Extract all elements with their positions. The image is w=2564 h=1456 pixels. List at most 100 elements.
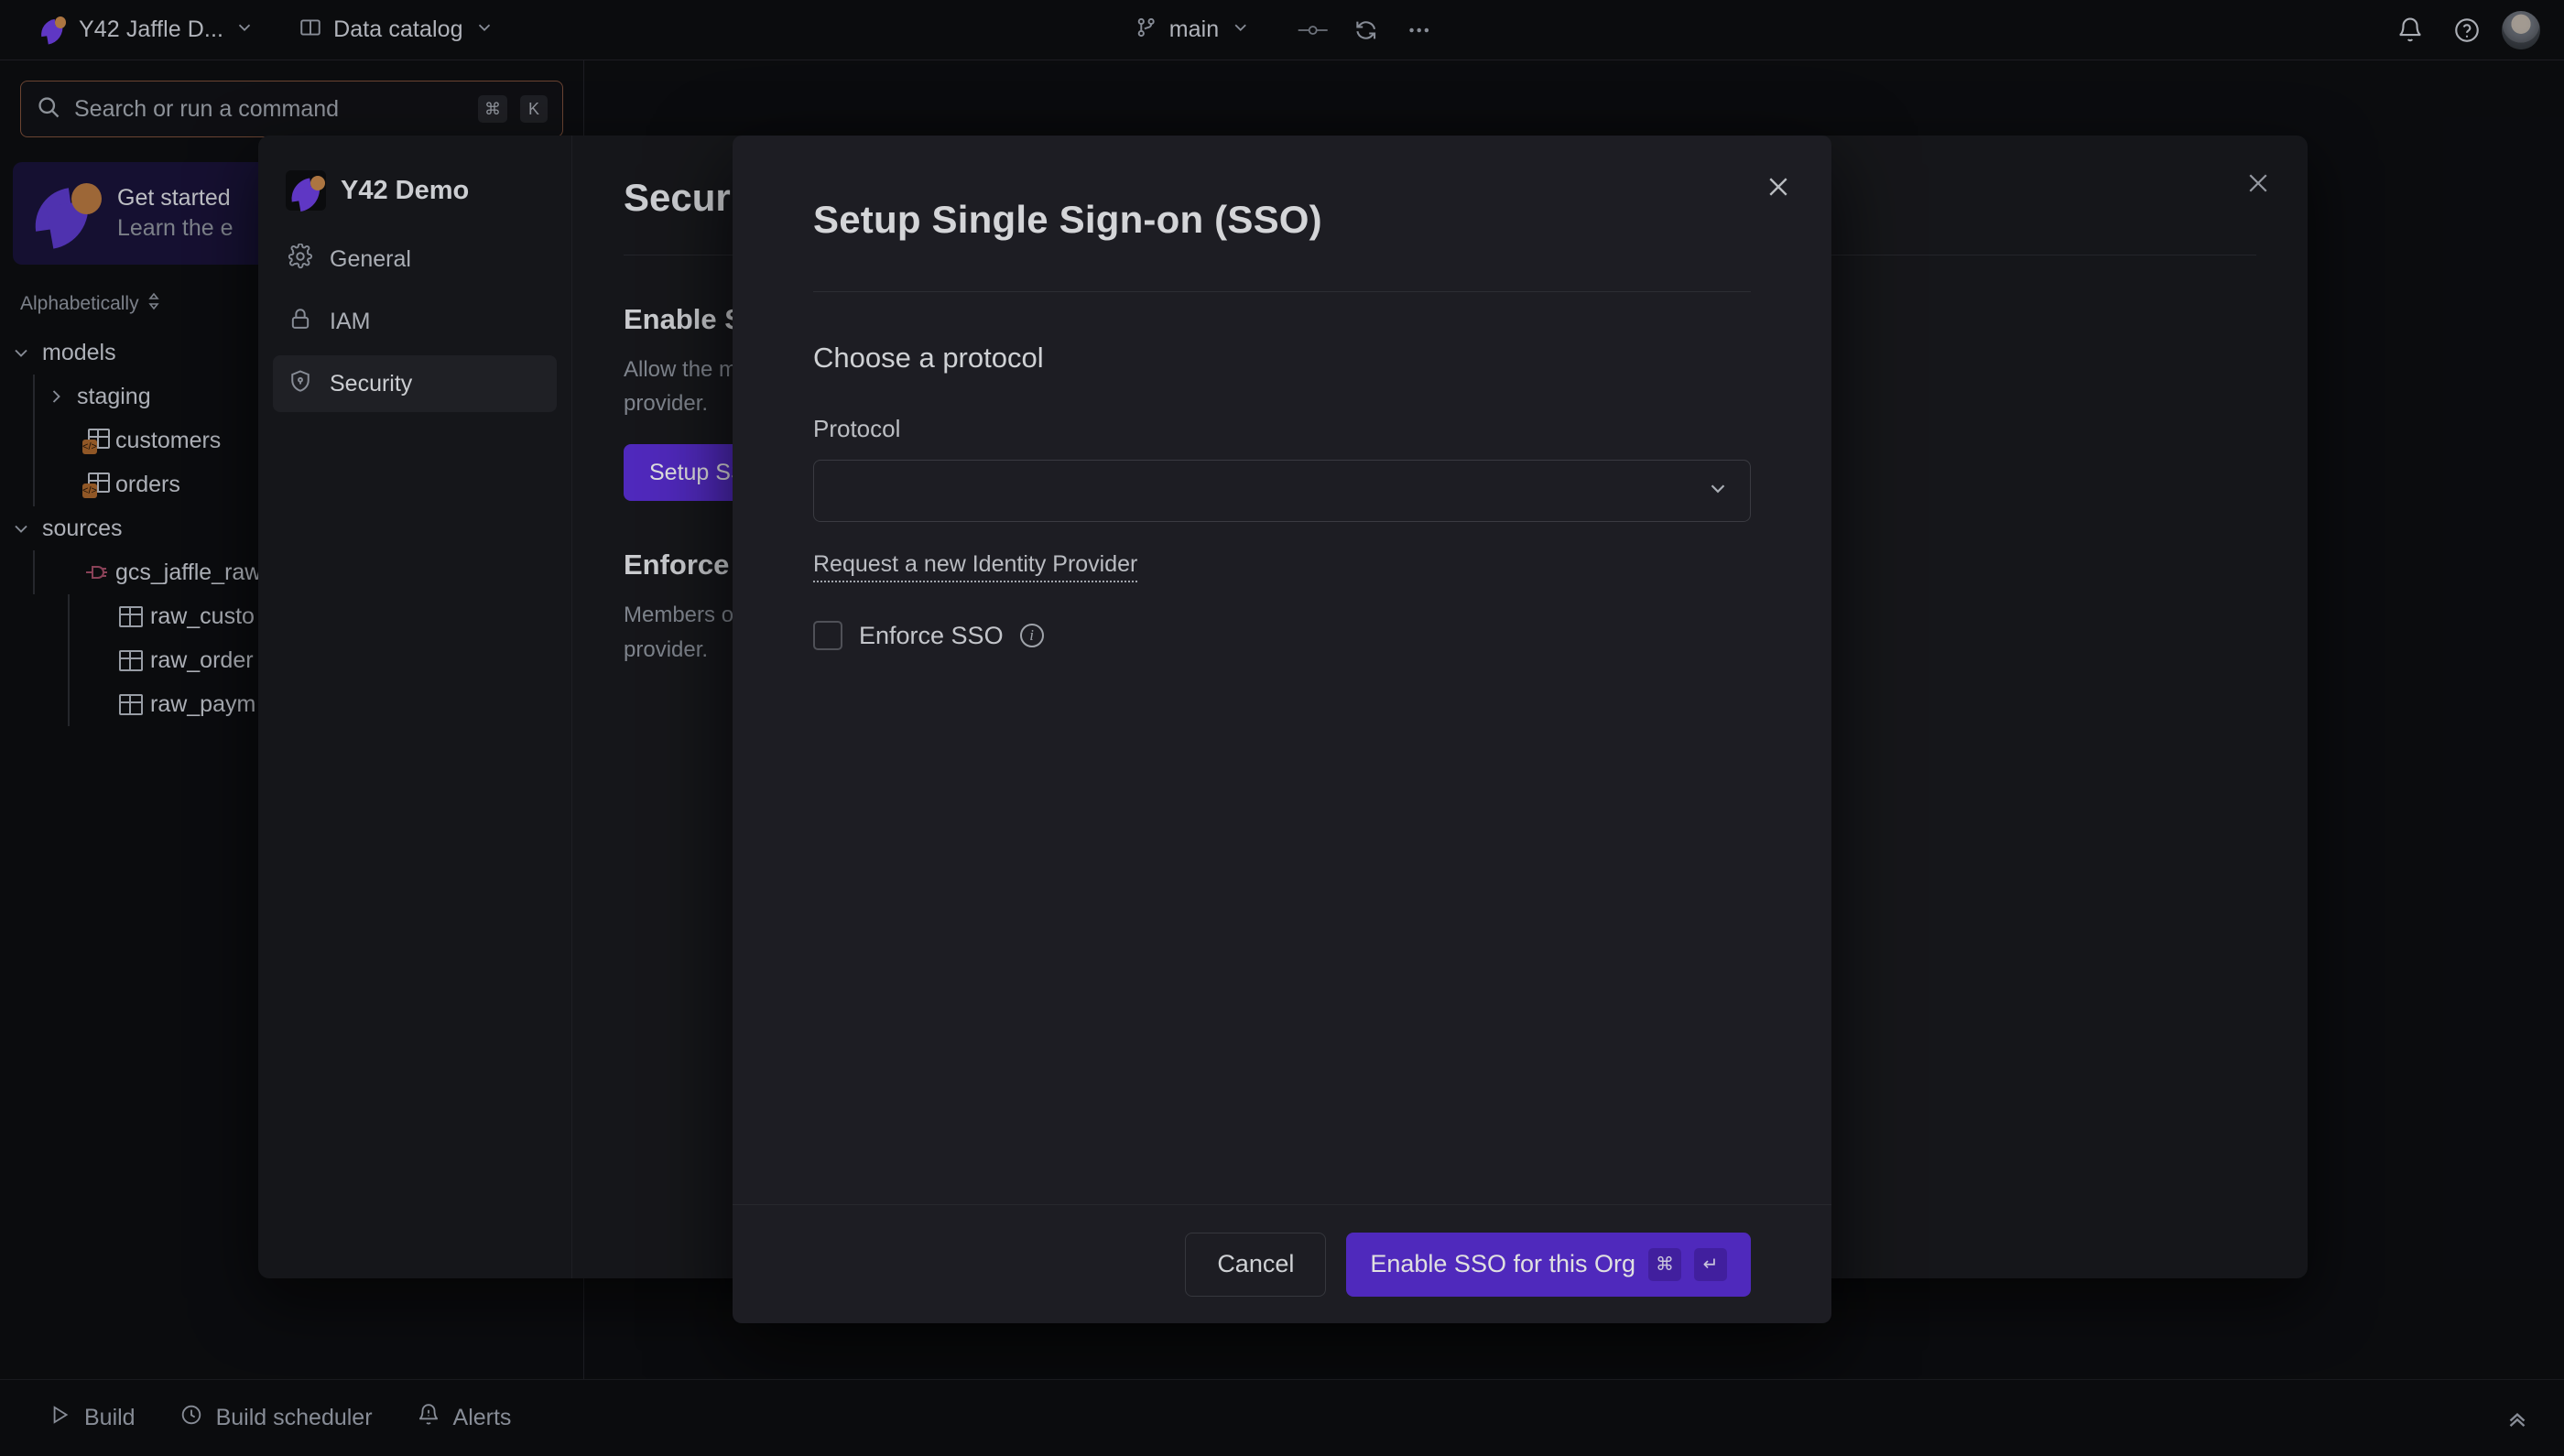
- bell-alert-icon: [417, 1403, 440, 1433]
- play-icon: [48, 1403, 71, 1433]
- tree-item-label: customers: [115, 427, 222, 453]
- sort-label: Alphabetically: [20, 293, 139, 314]
- choose-protocol-heading: Choose a protocol: [813, 342, 1044, 374]
- more-horizontal-icon[interactable]: [1396, 10, 1440, 50]
- tree-item-label: models: [42, 339, 116, 365]
- chevron-down-icon: [1230, 17, 1250, 42]
- modal-footer: Cancel Enable SSO for this Org ⌘ ↵: [733, 1204, 1831, 1323]
- shield-icon: [288, 368, 313, 400]
- table-icon: [112, 649, 150, 671]
- org-name: Y42 Demo: [341, 175, 470, 205]
- refresh-sync-icon[interactable]: [1343, 10, 1387, 50]
- bottom-bar-right: [2494, 1396, 2540, 1441]
- chevron-down-icon: [0, 517, 42, 539]
- chevrons-up-icon[interactable]: [2494, 1396, 2540, 1441]
- chevron-down-icon: [1706, 476, 1730, 506]
- table-icon: [112, 605, 150, 627]
- protocol-select[interactable]: [813, 460, 1751, 522]
- settings-close-button[interactable]: [2233, 159, 2284, 211]
- branch-label: main: [1168, 16, 1220, 42]
- bottom-bar: Build Build scheduler Alerts: [0, 1379, 2564, 1456]
- enforce-sso-checkbox[interactable]: [813, 621, 842, 650]
- top-bar: Y42 Jaffle D... Data catalog main: [0, 0, 2564, 60]
- top-bar-center: main: [1124, 10, 1441, 50]
- book-icon: [299, 16, 322, 44]
- modal-close-button[interactable]: [1755, 165, 1802, 212]
- workspace-switcher[interactable]: Y42 Jaffle D...: [29, 11, 266, 49]
- app-root: Y42 Jaffle D... Data catalog main Search…: [0, 0, 2564, 1456]
- tree-guide-line: [68, 594, 70, 638]
- avatar[interactable]: [2502, 11, 2540, 49]
- sso-setup-modal: Setup Single Sign-on (SSO) Choose a prot…: [733, 136, 1831, 1323]
- tree-item-label: gcs_jaffle_raw: [115, 559, 262, 585]
- model-icon: </>: [77, 429, 115, 454]
- tree-item-label: raw_order: [150, 647, 254, 673]
- tree-guide-line: [33, 418, 35, 462]
- close-icon: [2244, 169, 2272, 201]
- search-placeholder: Search or run a command: [74, 95, 340, 122]
- cancel-button[interactable]: Cancel: [1185, 1232, 1327, 1297]
- y42-logo-icon: [30, 179, 102, 249]
- clock-icon: [179, 1403, 203, 1433]
- table-icon: [112, 693, 150, 715]
- data-catalog-switcher[interactable]: Data catalog: [288, 10, 505, 49]
- get-started-text: Get started Learn the e: [117, 185, 234, 242]
- build-button[interactable]: Build: [31, 1396, 152, 1440]
- tree-item-label: raw_paym: [150, 690, 256, 717]
- chevron-down-icon: [234, 17, 255, 42]
- tree-item-label: sources: [42, 515, 123, 541]
- source-plug-icon: [77, 561, 115, 583]
- git-branch-icon: [1135, 16, 1158, 44]
- kbd-k: K: [520, 95, 548, 123]
- search-icon: [36, 94, 61, 125]
- settings-nav-label: General: [330, 245, 411, 272]
- get-started-title: Get started: [117, 185, 231, 211]
- workspace-label: Y42 Jaffle D...: [79, 16, 224, 42]
- close-icon: [1765, 173, 1792, 205]
- settings-nav-security[interactable]: Security: [273, 355, 557, 412]
- tree-item-label: raw_custo: [150, 603, 255, 629]
- modal-body: Choose a protocol Protocol Request a new…: [733, 292, 1831, 1204]
- tree-guide-line: [33, 550, 35, 594]
- build-label: Build: [84, 1405, 136, 1430]
- bell-icon[interactable]: [2388, 10, 2432, 50]
- lock-icon: [288, 306, 313, 338]
- settings-org-header: Y42 Demo: [273, 161, 557, 231]
- settings-nav: Y42 Demo General IAM Security: [258, 136, 571, 1278]
- sort-arrows-icon: [146, 292, 162, 316]
- chevron-down-icon: [474, 17, 494, 42]
- enable-sso-label: Enable SSO for this Org: [1370, 1250, 1635, 1277]
- tree-item-label: orders: [115, 471, 180, 497]
- settings-nav-label: Security: [330, 370, 413, 397]
- settings-nav-label: IAM: [330, 308, 371, 334]
- get-started-subtitle: Learn the e: [117, 215, 234, 241]
- request-identity-provider-link[interactable]: Request a new Identity Provider: [813, 551, 1138, 582]
- alerts-label: Alerts: [452, 1405, 512, 1430]
- search-input[interactable]: Search or run a command ⌘ K: [20, 81, 563, 137]
- enforce-sso-row: Enforce SSO i: [813, 621, 1751, 650]
- settings-nav-iam[interactable]: IAM: [273, 293, 557, 350]
- kbd-cmd: ⌘: [478, 95, 507, 123]
- gear-icon: [288, 242, 313, 276]
- protocol-label: Protocol: [813, 415, 901, 442]
- alerts-button[interactable]: Alerts: [400, 1396, 528, 1440]
- tree-guide-line: [33, 462, 35, 506]
- build-scheduler-button[interactable]: Build scheduler: [163, 1396, 389, 1440]
- tree-item-label: staging: [77, 383, 151, 409]
- tree-guide-line: [68, 638, 70, 682]
- info-icon[interactable]: i: [1019, 624, 1044, 647]
- help-circle-icon[interactable]: [2445, 10, 2489, 50]
- branch-selector[interactable]: main: [1124, 10, 1262, 49]
- model-icon: </>: [77, 473, 115, 498]
- modal-header: Setup Single Sign-on (SSO): [733, 136, 1831, 292]
- enable-sso-button[interactable]: Enable SSO for this Org ⌘ ↵: [1346, 1232, 1751, 1297]
- settings-nav-general[interactable]: General: [273, 231, 557, 288]
- chevron-right-icon: [35, 386, 77, 407]
- kbd-enter: ↵: [1694, 1247, 1727, 1281]
- commit-node-icon[interactable]: [1290, 10, 1334, 50]
- build-scheduler-label: Build scheduler: [215, 1405, 373, 1430]
- chevron-down-icon: [0, 342, 42, 364]
- org-logo-icon: [286, 170, 326, 212]
- enforce-sso-label: Enforce SSO: [859, 621, 1004, 649]
- data-catalog-label: Data catalog: [333, 16, 463, 42]
